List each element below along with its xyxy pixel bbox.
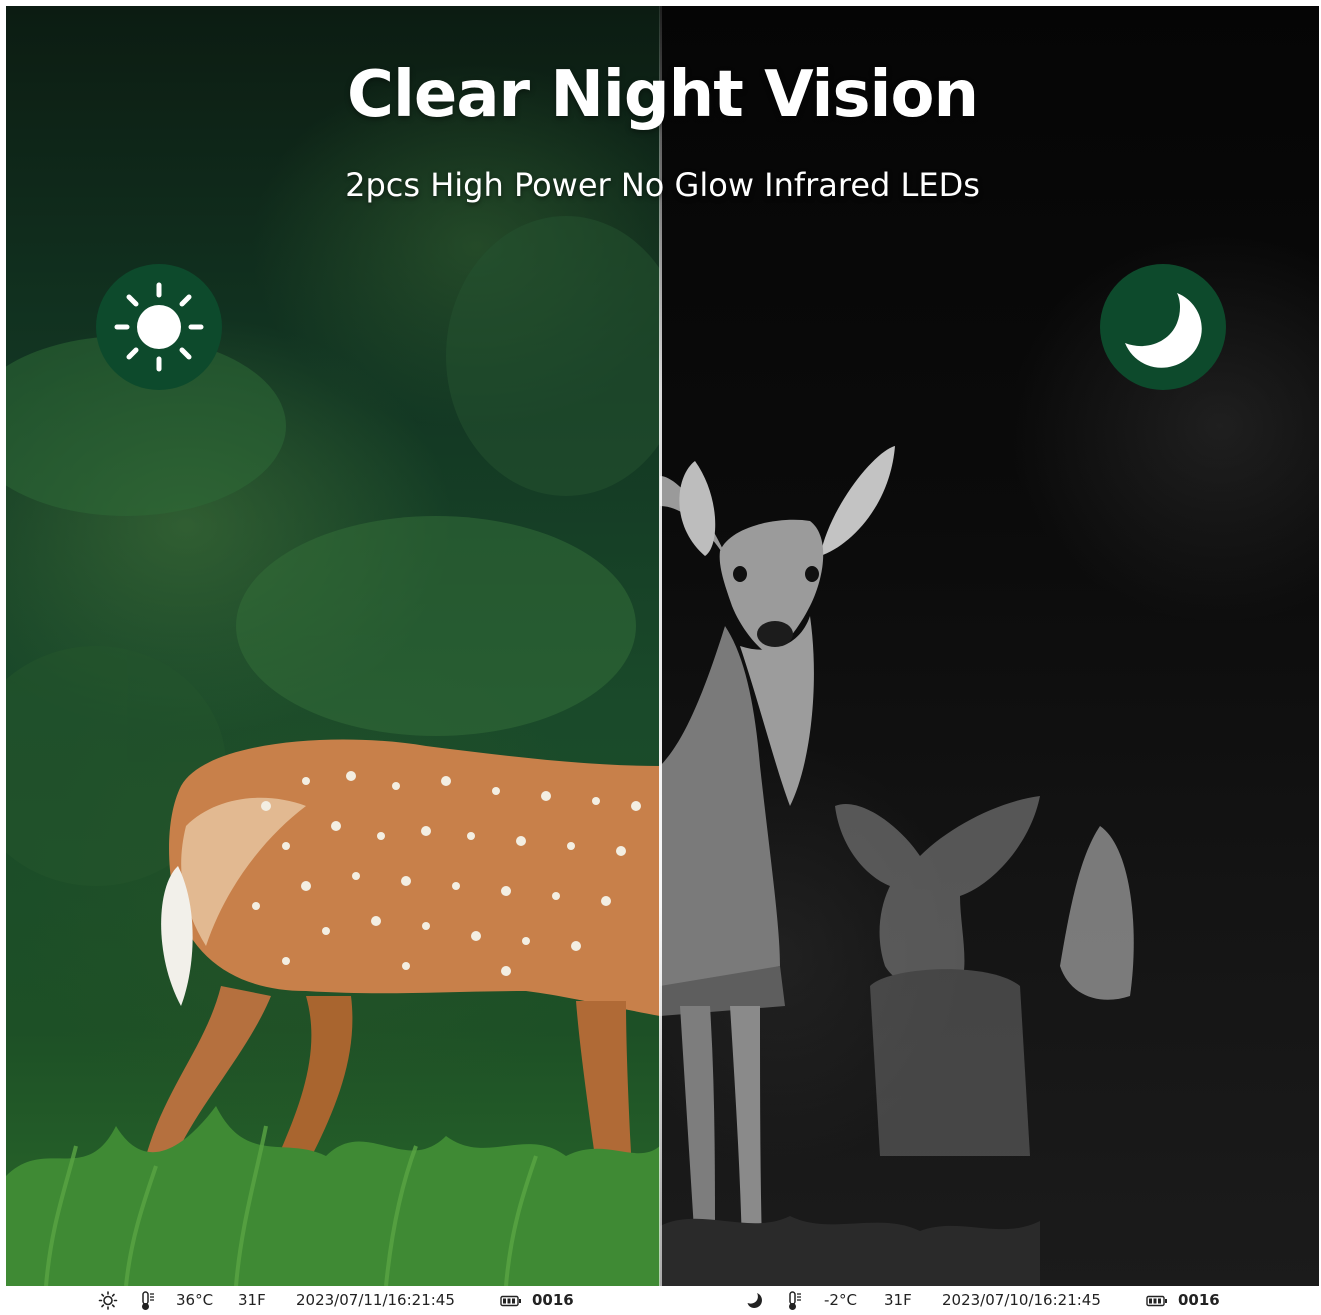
capture-datetime: 2023/07/10/16:21:45 [942, 1291, 1101, 1309]
thermometer-icon [138, 1290, 156, 1310]
capture-datetime: 2023/07/11/16:21:45 [296, 1291, 455, 1309]
moon-icon [746, 1291, 764, 1310]
day-mode-badge [96, 264, 222, 390]
sun-icon [114, 282, 204, 372]
thermometer-icon [785, 1290, 803, 1310]
comparison-photo: Clear Night Vision 2pcs High Power No Gl… [6, 6, 1319, 1286]
headline: Clear Night Vision [347, 58, 979, 132]
moon-icon [1125, 293, 1202, 368]
sun-icon [98, 1291, 118, 1310]
camera-status-bar: 36°C 31F 2023/07/11/16:21:45 0016 -2°C 3… [0, 1286, 1321, 1315]
photo-counter: 0016 [1178, 1291, 1220, 1309]
temperature-celsius: -2°C [824, 1291, 857, 1309]
temperature-fahrenheit: 31F [238, 1291, 266, 1309]
temperature-fahrenheit: 31F [884, 1291, 912, 1309]
photo-counter: 0016 [532, 1291, 574, 1309]
battery-icon [1146, 1291, 1168, 1310]
status-night: -2°C 31F 2023/07/10/16:21:45 0016 [660, 1286, 1320, 1315]
night-mode-badge [1100, 264, 1226, 390]
status-day: 36°C 31F 2023/07/11/16:21:45 0016 [0, 1286, 660, 1315]
battery-icon [500, 1291, 522, 1310]
subheadline: 2pcs High Power No Glow Infrared LEDs [345, 166, 980, 204]
temperature-celsius: 36°C [176, 1291, 214, 1309]
